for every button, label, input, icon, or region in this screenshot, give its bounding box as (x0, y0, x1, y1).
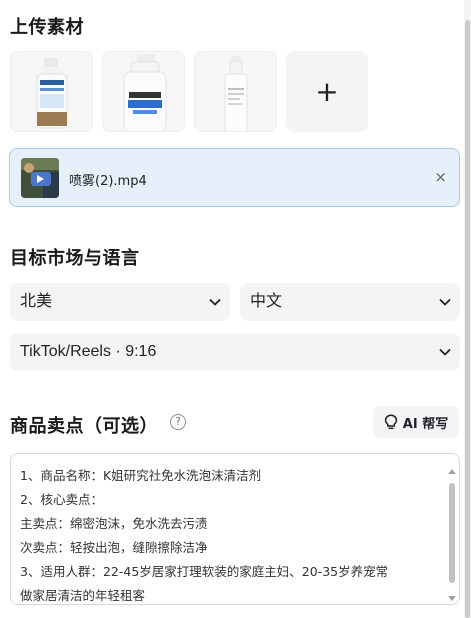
close-icon[interactable]: × (434, 168, 447, 186)
white-bottle-image (224, 56, 248, 131)
page-scrollbar-thumb[interactable] (465, 20, 470, 618)
textarea-scrollbar-thumb[interactable] (449, 483, 455, 583)
platform-select[interactable]: TikTok/Reels · 9:16 (10, 333, 460, 371)
chevron-down-icon (209, 298, 221, 306)
region-select[interactable]: 北美 (10, 283, 230, 321)
product-thumb-foam-cleaner[interactable] (102, 51, 185, 132)
video-filename: 喷雾(2).mp4 (69, 174, 147, 189)
selling-points-text: 1、商品名称：K姐研究社免水洗泡沫清洁剂 2、核心卖点： 主卖点：绵密泡沫，免水洗去… (20, 464, 437, 604)
lightbulb-icon (384, 414, 397, 430)
foam-cleaner-image (123, 54, 167, 131)
language-value: 中文 (250, 293, 283, 310)
question-circle-icon[interactable]: ? (170, 414, 186, 430)
selling-points-line: 1、商品名称：K姐研究社免水洗泡沫清洁剂 (20, 468, 262, 483)
language-select[interactable]: 中文 (240, 283, 460, 321)
scroll-down-arrow[interactable] (448, 596, 456, 601)
video-thumbnail (21, 158, 59, 198)
page-scrollbar[interactable] (464, 0, 471, 618)
textarea-scrollbar[interactable] (448, 469, 456, 601)
market-section-title: 目标市场与语言 (10, 248, 140, 269)
chevron-down-icon (439, 298, 451, 306)
spray-bottle-image (36, 58, 68, 129)
scroll-up-arrow[interactable] (448, 469, 456, 474)
selling-points-line: 主卖点：绵密泡沫，免水洗去污渍 (20, 516, 208, 531)
selling-points-title: 商品卖点（可选） (10, 416, 158, 437)
selling-points-textarea[interactable]: 1、商品名称：K姐研究社免水洗泡沫清洁剂 2、核心卖点： 主卖点：绵密泡沫，免水洗去… (10, 453, 460, 605)
selling-points-line: 次卖点：轻按出泡，缝隙擦除洁净 (20, 540, 208, 555)
product-thumb-spray-bottle[interactable] (10, 51, 93, 132)
selling-points-line: 3、适用人群：22-45岁居家打理软装的家庭主妇、20-35岁养宠常 (20, 564, 389, 579)
upload-section-title: 上传素材 (10, 17, 84, 38)
add-material-button[interactable]: + (286, 51, 368, 132)
platform-value: TikTok/Reels · 9:16 (20, 343, 157, 360)
uploaded-video-chip[interactable]: 喷雾(2).mp4 × (9, 148, 460, 207)
selling-points-line: 做家居清洁的年轻租客 (20, 588, 146, 603)
video-thumbnail-image (21, 158, 59, 198)
ai-write-button[interactable]: AI 帮写 (373, 406, 459, 438)
selling-points-line: 2、核心卖点： (20, 492, 103, 507)
product-thumb-white-bottle[interactable] (194, 51, 277, 132)
region-value: 北美 (20, 293, 53, 310)
chevron-down-icon (439, 348, 451, 356)
ai-write-label: AI 帮写 (402, 416, 449, 432)
product-thumb-row: + (10, 51, 368, 132)
